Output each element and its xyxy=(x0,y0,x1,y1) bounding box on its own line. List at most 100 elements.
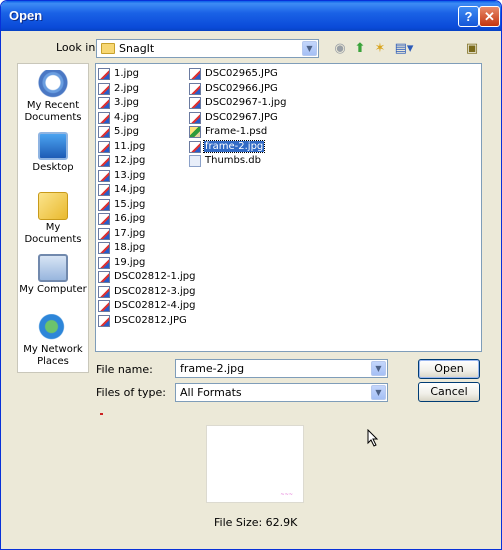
image-file-icon xyxy=(189,68,201,80)
file-item[interactable]: Thumbs.db xyxy=(189,154,262,168)
image-preview: ~~~ xyxy=(206,425,304,503)
image-file-icon xyxy=(98,242,110,254)
places-bar: My Recent Documents Desktop My Documents… xyxy=(17,63,89,373)
place-desktop[interactable]: Desktop xyxy=(18,132,88,174)
file-item-name: 16.jpg xyxy=(114,213,146,224)
image-file-icon xyxy=(98,97,110,109)
file-item[interactable]: Frame-1.psd xyxy=(189,125,268,139)
image-file-icon xyxy=(98,155,110,167)
views-menu-icon[interactable]: ▤▾ xyxy=(392,40,416,57)
image-file-icon xyxy=(189,140,201,153)
file-item-name: DSC02812-3.jpg xyxy=(114,285,196,297)
file-type-label: Files of type: xyxy=(96,386,167,399)
title-bar[interactable]: Open ? ✕ xyxy=(1,1,501,31)
chevron-down-icon[interactable]: ▼ xyxy=(371,361,386,376)
file-item[interactable]: 4.jpg xyxy=(98,111,140,125)
file-item[interactable]: 12.jpg xyxy=(98,154,146,168)
file-item[interactable]: DSC02812-1.jpg xyxy=(98,270,196,284)
file-item-name: 15.jpg xyxy=(114,198,146,210)
place-my-network-places[interactable]: My Network Places xyxy=(18,314,88,368)
place-my-recent-documents[interactable]: My Recent Documents xyxy=(18,70,88,124)
file-item[interactable]: 11.jpg xyxy=(98,140,146,154)
file-item[interactable]: 14.jpg xyxy=(98,183,146,197)
file-item-name: DSC02812-1.jpg xyxy=(114,271,196,282)
help-button[interactable]: ? xyxy=(458,6,479,27)
look-in-combo[interactable]: SnagIt ▼ xyxy=(96,39,319,58)
back-icon[interactable]: ◉ xyxy=(331,40,349,57)
chevron-down-icon[interactable]: ▼ xyxy=(302,41,317,56)
file-item[interactable]: 13.jpg xyxy=(98,169,146,183)
cancel-button[interactable]: Cancel xyxy=(418,382,480,402)
image-file-icon xyxy=(189,82,201,95)
file-item-name: DSC02966.JPG xyxy=(205,82,278,94)
image-file-icon xyxy=(189,97,201,109)
file-item-name: 3.jpg xyxy=(114,97,140,108)
file-item[interactable]: frame-2.jpg xyxy=(189,139,266,154)
open-button[interactable]: Open xyxy=(418,359,480,379)
image-file-icon xyxy=(189,111,201,124)
file-item-name: 2.jpg xyxy=(114,82,140,94)
file-item[interactable]: 17.jpg xyxy=(98,227,146,241)
file-item[interactable]: DSC02812-3.jpg xyxy=(98,285,196,299)
close-button[interactable]: ✕ xyxy=(479,6,500,27)
file-item-name: DSC02812-4.jpg xyxy=(114,300,196,311)
image-file-icon xyxy=(98,111,110,124)
file-item[interactable]: DSC02965.JPG xyxy=(189,67,279,81)
file-item[interactable]: 18.jpg xyxy=(98,241,146,255)
mouse-cursor-icon xyxy=(367,429,379,447)
file-item[interactable]: 15.jpg xyxy=(98,198,146,212)
file-item[interactable]: DSC02967.JPG xyxy=(189,111,279,125)
file-item[interactable]: DSC02812.JPG xyxy=(98,314,188,328)
image-file-icon xyxy=(98,126,110,138)
file-size-text: File Size: 62.9K xyxy=(214,516,298,529)
image-file-icon xyxy=(98,285,110,298)
file-item[interactable]: DSC02967-1.jpg xyxy=(189,96,287,110)
look-in-label: Look in: xyxy=(56,41,99,54)
file-item[interactable]: 16.jpg xyxy=(98,212,146,226)
place-label: My Computer xyxy=(19,284,87,295)
file-item[interactable]: 2.jpg xyxy=(98,82,140,96)
image-file-icon xyxy=(98,314,110,327)
file-item[interactable]: 1.jpg xyxy=(98,67,140,81)
place-label: Desktop xyxy=(32,162,74,173)
file-item-name: frame-2.jpg xyxy=(202,139,266,153)
file-name-label: File name: xyxy=(96,363,153,376)
file-item-name: 17.jpg xyxy=(114,227,146,239)
database-file-icon xyxy=(189,155,201,167)
image-file-icon xyxy=(98,68,110,80)
place-my-documents[interactable]: My Documents xyxy=(18,192,88,246)
file-name-value[interactable]: frame-2.jpg xyxy=(180,362,244,375)
my-documents-icon xyxy=(38,192,68,220)
file-item[interactable]: 3.jpg xyxy=(98,96,140,110)
my-computer-icon xyxy=(38,254,68,282)
file-item-name: DSC02965.JPG xyxy=(205,68,278,79)
file-item-name: 19.jpg xyxy=(114,256,146,268)
place-label: My Network Places xyxy=(23,344,83,367)
file-item-name: 12.jpg xyxy=(114,155,146,166)
red-mark xyxy=(100,413,103,415)
file-type-select[interactable]: All Formats ▼ xyxy=(175,383,388,402)
file-name-field[interactable]: frame-2.jpg ▼ xyxy=(175,359,388,378)
place-my-computer[interactable]: My Computer xyxy=(18,254,88,296)
file-item-name: 13.jpg xyxy=(114,169,146,181)
photoshop-file-icon xyxy=(189,126,201,138)
open-dialog: Open ? ✕ Look in: SnagIt ▼ ◉ ⬆ ✶ ▤▾ ▣ My… xyxy=(0,0,502,550)
up-folder-icon[interactable]: ⬆ xyxy=(351,40,369,57)
file-list[interactable]: 1.jpg 2.jpg 3.jpg 4.jpg 5.jpg 11.jpg 12.jpg 13.… xyxy=(95,63,482,352)
file-item[interactable]: DSC02966.JPG xyxy=(189,82,279,96)
file-item-name: 18.jpg xyxy=(114,242,146,253)
image-file-icon xyxy=(98,256,110,269)
chevron-down-icon[interactable]: ▼ xyxy=(371,385,386,400)
image-file-icon xyxy=(98,198,110,211)
image-file-icon xyxy=(98,169,110,182)
file-item-name: 1.jpg xyxy=(114,68,140,79)
file-item[interactable]: 5.jpg xyxy=(98,125,140,139)
new-folder-icon[interactable]: ✶ xyxy=(371,40,389,57)
look-in-value: SnagIt xyxy=(119,42,155,55)
image-file-icon xyxy=(98,82,110,95)
file-item-name: DSC02967-1.jpg xyxy=(205,97,287,108)
file-item[interactable]: DSC02812-4.jpg xyxy=(98,299,196,313)
file-item[interactable]: 19.jpg xyxy=(98,256,146,270)
image-file-icon xyxy=(98,140,110,153)
tools-icon[interactable]: ▣ xyxy=(463,40,481,57)
